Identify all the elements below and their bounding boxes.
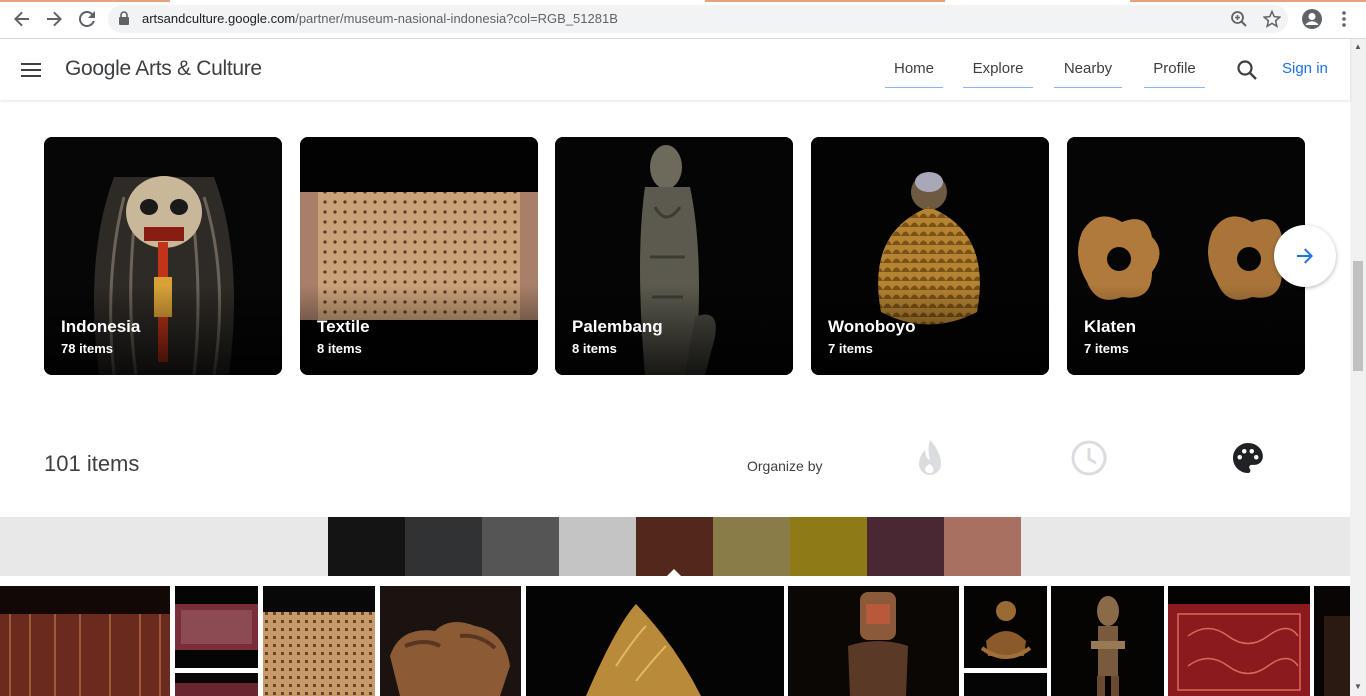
topic-card-wonoboyo[interactable]: Wonoboyo 7 items — [811, 137, 1049, 375]
more-vert-icon[interactable] — [1332, 8, 1356, 30]
url-text: artsandculture.google.com/partner/museum… — [142, 11, 618, 26]
topic-card-textile[interactable]: Textile 8 items — [300, 137, 538, 375]
asset-thumbnail[interactable] — [1314, 586, 1350, 696]
asset-thumbnail[interactable] — [1168, 586, 1310, 696]
bookmark-star-icon[interactable] — [1262, 9, 1282, 28]
topic-title: Indonesia — [61, 317, 141, 336]
browser-toolbar: artsandculture.google.com/partner/museum… — [0, 0, 1366, 39]
topic-count: 8 items — [317, 341, 362, 356]
color-swatch[interactable] — [867, 517, 944, 576]
topic-count: 78 items — [61, 341, 114, 356]
color-swatch[interactable] — [559, 517, 636, 576]
asset-thumbnail[interactable] — [526, 586, 784, 696]
search-icon[interactable] — [1235, 58, 1259, 82]
asset-thumbnail[interactable] — [175, 673, 258, 696]
nav-nearby[interactable]: Nearby — [1054, 60, 1122, 88]
topic-title: Textile — [317, 317, 370, 336]
reload-icon[interactable] — [75, 8, 99, 30]
topic-title: Wonoboyo — [828, 317, 916, 336]
asset-thumbnail[interactable] — [1051, 586, 1164, 696]
color-swatch[interactable] — [405, 517, 482, 576]
popularity-flame-icon[interactable] — [910, 438, 950, 478]
sign-in-link[interactable]: Sign in — [1282, 60, 1328, 77]
asset-thumbnail[interactable] — [380, 586, 521, 696]
topic-title: Palembang — [572, 317, 663, 336]
lock-icon — [118, 11, 130, 30]
selected-color-indicator — [667, 569, 681, 576]
asset-thumbnail[interactable] — [0, 586, 170, 696]
asset-thumbnail[interactable] — [788, 586, 959, 696]
loading-indicator — [0, 0, 170, 2]
asset-thumbnail[interactable] — [964, 673, 1047, 696]
color-swatch[interactable] — [328, 517, 405, 576]
color-swatch[interactable] — [713, 517, 790, 576]
scroll-down-icon[interactable]: ▼ — [1354, 682, 1362, 691]
forward-icon[interactable] — [42, 8, 66, 30]
color-palette-icon[interactable] — [1228, 438, 1268, 478]
site-header: Google Arts & Culture Home Explore Nearb… — [0, 39, 1350, 100]
nav-home[interactable]: Home — [885, 60, 943, 88]
time-clock-icon[interactable] — [1069, 438, 1109, 478]
loading-indicator — [705, 0, 945, 2]
arrow-right-icon — [1297, 248, 1313, 264]
carousel-next-button[interactable] — [1274, 225, 1336, 287]
nav-profile[interactable]: Profile — [1144, 60, 1205, 88]
scroll-up-icon[interactable]: ▲ — [1354, 42, 1362, 51]
topic-card-indonesia[interactable]: Indonesia 78 items — [44, 137, 282, 375]
topic-count: 8 items — [572, 341, 617, 356]
topic-count: 7 items — [828, 341, 873, 356]
account-icon[interactable] — [1300, 8, 1324, 30]
hamburger-menu-icon[interactable] — [19, 58, 43, 82]
nav-explore[interactable]: Explore — [963, 60, 1033, 88]
site-logo[interactable]: Google Arts & Culture — [65, 57, 262, 81]
items-total: 101 items — [44, 451, 140, 476]
topic-title: Klaten — [1084, 317, 1136, 336]
color-swatch[interactable] — [944, 517, 1021, 576]
zoom-icon[interactable] — [1230, 10, 1248, 28]
back-icon[interactable] — [10, 8, 34, 30]
organize-by-label: Organize by — [747, 458, 823, 474]
color-swatch[interactable] — [482, 517, 559, 576]
topic-card-palembang[interactable]: Palembang 8 items — [555, 137, 793, 375]
asset-thumbnail[interactable] — [263, 586, 375, 696]
loading-indicator — [1130, 0, 1366, 2]
asset-thumbnail[interactable] — [964, 586, 1047, 668]
page-scrollbar[interactable]: ▲ ▼ — [1350, 39, 1366, 696]
topic-card-klaten[interactable]: Klaten 7 items — [1067, 137, 1305, 375]
color-swatch-selected[interactable] — [636, 517, 713, 576]
topic-count: 7 items — [1084, 341, 1129, 356]
address-bar[interactable]: artsandculture.google.com/partner/museum… — [108, 5, 1288, 33]
scrollbar-thumb[interactable] — [1353, 261, 1363, 371]
color-swatch[interactable] — [790, 517, 867, 576]
asset-thumbnail[interactable] — [175, 586, 258, 668]
